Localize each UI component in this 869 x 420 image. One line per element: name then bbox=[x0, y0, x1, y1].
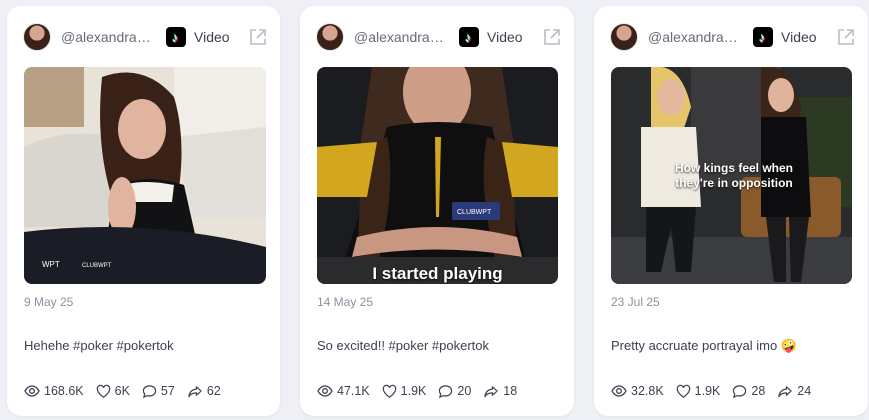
likes-count: 6K bbox=[114, 384, 130, 398]
shares-stat: 62 bbox=[187, 384, 221, 399]
tiktok-icon: ♪ ♪ ♪ bbox=[166, 27, 186, 47]
video-thumbnail[interactable]: WPT CLUBWPT bbox=[24, 67, 266, 284]
comment-icon bbox=[142, 384, 157, 398]
comments-stat: 20 bbox=[438, 384, 471, 399]
card-header: @alexandrabo... ♪ ♪ ♪ Video bbox=[316, 22, 562, 52]
thumbnail-image: WPT CLUBWPT bbox=[24, 67, 266, 284]
comments-stat: 57 bbox=[142, 384, 175, 399]
post-date: 23 Jul 25 bbox=[611, 295, 660, 309]
video-card-2[interactable]: @alexandrabo... ♪ ♪ ♪ Video CLUBWPT I star… bbox=[300, 6, 574, 416]
svg-text:CLUBWPT: CLUBWPT bbox=[82, 263, 112, 269]
avatar[interactable] bbox=[610, 23, 638, 51]
svg-text:CLUBWPT: CLUBWPT bbox=[457, 209, 492, 216]
video-thumbnail[interactable]: CLUBWPT I started playing bbox=[317, 67, 558, 284]
comments-stat: 28 bbox=[732, 384, 765, 399]
engagement-stats: 47.1K 1.9K 20 18 bbox=[317, 383, 529, 399]
shares-count: 18 bbox=[503, 384, 518, 398]
comments-count: 28 bbox=[751, 384, 766, 398]
video-overlay-text: How kings feel when they're in oppositio… bbox=[674, 161, 794, 190]
external-link-icon[interactable] bbox=[248, 27, 268, 47]
external-link-icon[interactable] bbox=[836, 27, 856, 47]
video-card-3[interactable]: @alexandrabo... ♪ ♪ ♪ Video How kings feel… bbox=[594, 6, 868, 416]
views-count: 47.1K bbox=[337, 384, 370, 398]
post-date: 14 May 25 bbox=[317, 295, 374, 309]
tiktok-icon: ♪ ♪ ♪ bbox=[459, 27, 479, 47]
eye-icon bbox=[24, 385, 40, 397]
author-handle[interactable]: @alexandrabo... bbox=[61, 29, 158, 45]
comment-icon bbox=[439, 384, 453, 398]
heart-icon bbox=[96, 384, 110, 398]
card-header: @alexandrabo... ♪ ♪ ♪ Video bbox=[610, 22, 856, 52]
eye-icon bbox=[317, 385, 333, 397]
likes-count: 1.9K bbox=[694, 384, 721, 398]
shares-stat: 24 bbox=[777, 384, 811, 399]
post-date: 9 May 25 bbox=[24, 295, 74, 309]
eye-icon bbox=[611, 385, 627, 397]
views-count: 168.6K bbox=[44, 384, 84, 398]
likes-count: 1.9K bbox=[400, 384, 427, 398]
post-type-label: Video bbox=[194, 29, 230, 45]
video-overlay-text: I started playing bbox=[372, 264, 503, 283]
likes-stat: 1.9K bbox=[676, 384, 721, 399]
video-card-1[interactable]: @alexandrabo... ♪ ♪ ♪ Video WPT CLUBWPT 9 … bbox=[7, 6, 280, 416]
views-count: 32.8K bbox=[631, 384, 664, 398]
engagement-stats: 32.8K 1.9K 28 24 bbox=[611, 383, 823, 399]
comments-count: 57 bbox=[160, 384, 175, 398]
card-header: @alexandrabo... ♪ ♪ ♪ Video bbox=[23, 22, 268, 52]
thumbnail-image: CLUBWPT bbox=[317, 67, 558, 284]
video-thumbnail[interactable]: How kings feel when they're in oppositio… bbox=[611, 67, 852, 284]
share-icon bbox=[778, 385, 792, 397]
shares-stat: 18 bbox=[483, 384, 517, 399]
post-caption: So excited!! #poker #pokertok bbox=[317, 338, 489, 353]
author-handle[interactable]: @alexandrabo... bbox=[354, 29, 451, 45]
share-icon bbox=[188, 385, 202, 397]
post-type-label: Video bbox=[487, 29, 523, 45]
author-handle[interactable]: @alexandrabo... bbox=[648, 29, 745, 45]
comment-icon bbox=[733, 384, 747, 398]
avatar[interactable] bbox=[316, 23, 344, 51]
views-stat: 47.1K bbox=[317, 383, 370, 399]
likes-stat: 1.9K bbox=[382, 384, 427, 399]
avatar[interactable] bbox=[23, 23, 51, 51]
post-caption: Pretty accruate portrayal imo 🤪 bbox=[611, 338, 797, 353]
heart-icon bbox=[382, 384, 396, 398]
tiktok-icon: ♪ ♪ ♪ bbox=[753, 27, 773, 47]
heart-icon bbox=[676, 384, 690, 398]
share-icon bbox=[484, 385, 498, 397]
engagement-stats: 168.6K 6K 57 62 bbox=[24, 383, 233, 399]
shares-count: 62 bbox=[206, 384, 221, 398]
external-link-icon[interactable] bbox=[542, 27, 562, 47]
likes-stat: 6K bbox=[96, 384, 130, 399]
post-type-label: Video bbox=[781, 29, 817, 45]
views-stat: 168.6K bbox=[24, 383, 84, 399]
shares-count: 24 bbox=[797, 384, 812, 398]
views-stat: 32.8K bbox=[611, 383, 664, 399]
svg-text:WPT: WPT bbox=[42, 260, 60, 269]
post-caption: Hehehe #poker #pokertok bbox=[24, 338, 174, 353]
comments-count: 20 bbox=[457, 384, 472, 398]
